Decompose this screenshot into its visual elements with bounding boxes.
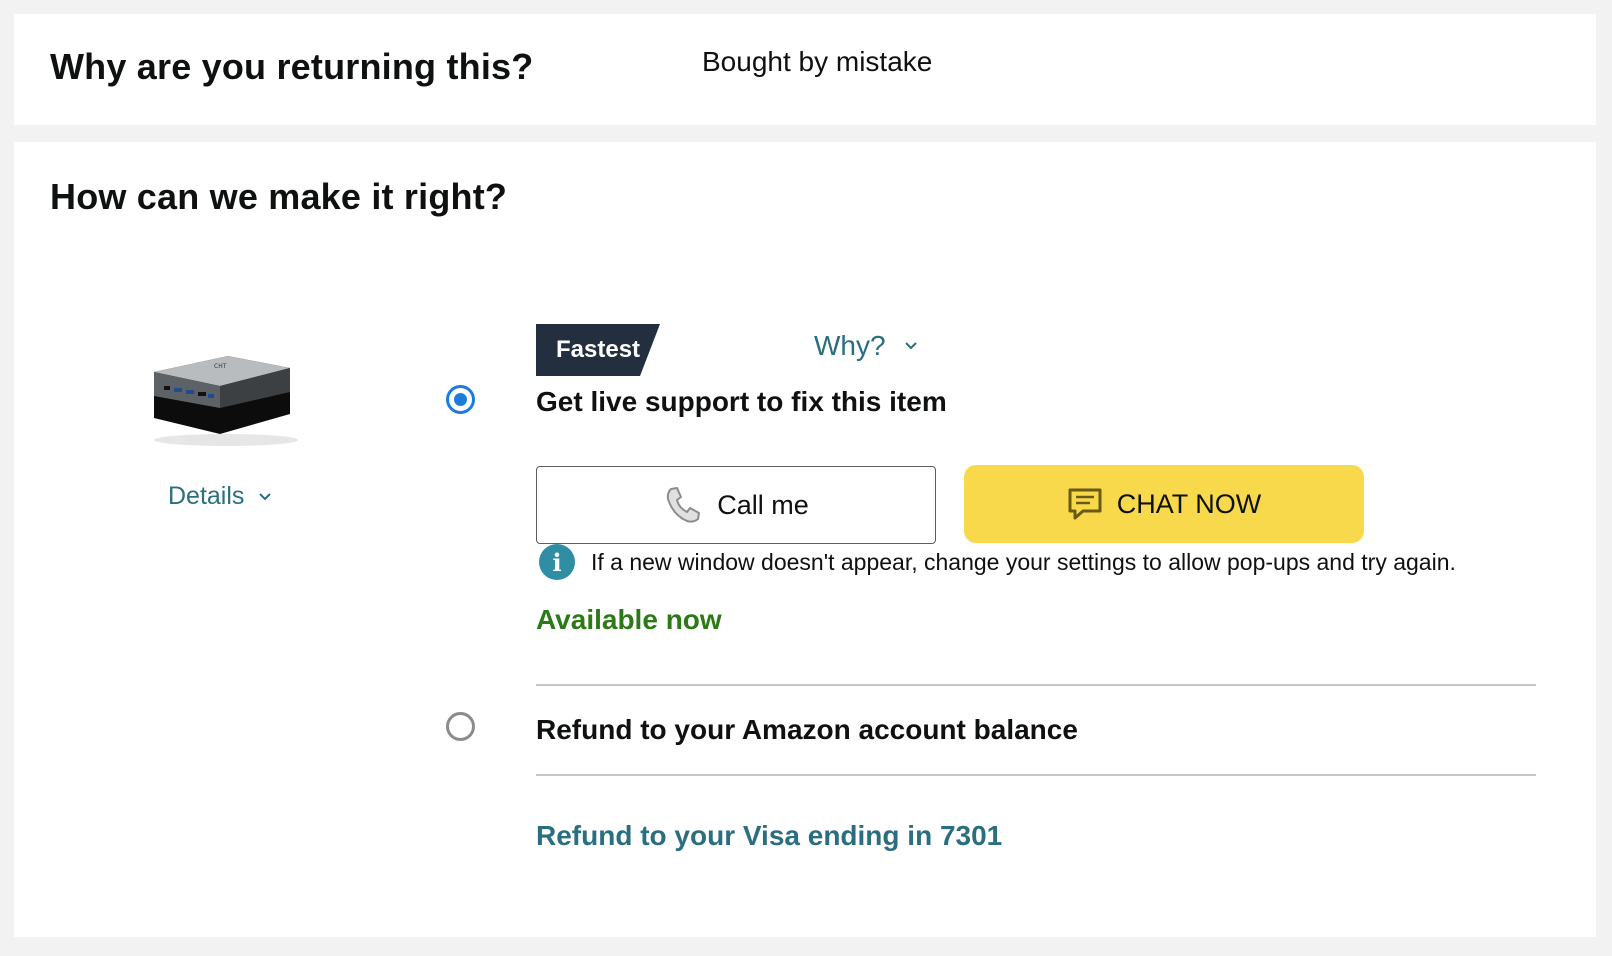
live-support-radio[interactable] <box>446 385 475 414</box>
popup-info-message: i If a new window doesn't appear, change… <box>539 544 1456 580</box>
why-toggle[interactable]: Why? <box>814 330 918 362</box>
refund-balance-title: Refund to your Amazon account balance <box>536 714 1078 745</box>
fastest-badge: Fastest <box>536 324 666 378</box>
details-label: Details <box>168 482 245 510</box>
why-label: Why? <box>814 330 886 361</box>
chat-now-label: CHAT NOW <box>1116 488 1262 519</box>
svg-text:CHT: CHT <box>214 363 227 370</box>
resolution-heading: How can we make it right? <box>50 176 508 217</box>
option-divider <box>536 774 1536 776</box>
call-me-button[interactable]: Call me <box>536 466 936 544</box>
availability-status: Available now <box>536 604 722 635</box>
return-reason-heading: Why are you returning this? <box>50 46 534 87</box>
refund-visa-link[interactable]: Refund to your Visa ending in 7301 <box>536 820 1002 852</box>
live-support-title: Get live support to fix this item <box>536 386 947 417</box>
product-details-toggle[interactable]: Details <box>168 482 272 511</box>
info-icon: i <box>539 544 575 580</box>
call-me-label: Call me <box>717 489 809 520</box>
product-image: CHT <box>154 356 298 446</box>
phone-icon <box>667 487 701 523</box>
resolution-card: How can we make it right? CHT Details Fa… <box>14 142 1596 937</box>
return-reason-value: Bought by mistake <box>702 46 933 77</box>
popup-info-text: If a new window doesn't appear, change y… <box>591 548 1456 575</box>
chat-icon <box>1068 488 1102 520</box>
option-divider <box>536 684 1536 686</box>
chevron-down-icon <box>904 342 917 350</box>
chevron-down-icon <box>259 492 272 500</box>
chat-now-button[interactable]: CHAT NOW <box>964 465 1364 543</box>
return-reason-card: Why are you returning this? Bought by mi… <box>14 14 1596 125</box>
badge-label: Fastest <box>556 336 641 363</box>
refund-balance-radio[interactable] <box>446 712 475 741</box>
